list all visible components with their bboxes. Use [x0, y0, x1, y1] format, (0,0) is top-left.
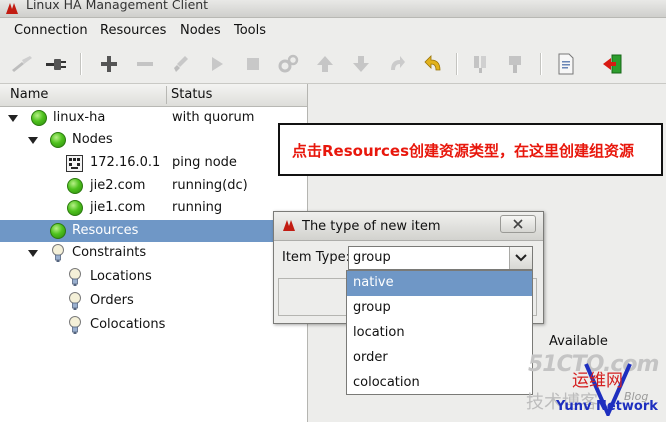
option-label: colocation: [353, 375, 420, 390]
move-up-icon[interactable]: [313, 52, 337, 76]
tree-row-ping-node[interactable]: 172.16.0.1 ping node: [0, 152, 307, 174]
option-location[interactable]: location: [347, 321, 532, 346]
tree-label: Locations: [90, 269, 152, 284]
item-type-label: Item Type:: [282, 250, 350, 265]
green-status-dot-icon: [50, 132, 66, 148]
menu-nodes[interactable]: Nodes: [180, 23, 221, 38]
option-colocation[interactable]: colocation: [347, 371, 532, 396]
connect-plug-icon[interactable]: [44, 52, 68, 76]
lightbulb-icon: [69, 292, 81, 310]
node-online-icon[interactable]: [503, 52, 527, 76]
add-icon[interactable]: [97, 52, 121, 76]
toolbar-separator: [80, 53, 82, 75]
tree-label: jie2.com: [90, 178, 146, 193]
option-label: location: [353, 325, 405, 340]
ping-node-icon: [66, 155, 83, 172]
tree-row-orders[interactable]: Orders: [0, 290, 307, 312]
tree-status: running(dc): [172, 178, 248, 193]
expand-arrow-icon[interactable]: [28, 137, 38, 144]
tree-row-jie1[interactable]: jie1.com running: [0, 197, 307, 219]
tree-header: Name Status: [0, 84, 307, 107]
tree-label: Constraints: [72, 245, 147, 260]
toolbar-separator: [456, 53, 458, 75]
menu-resources[interactable]: Resources: [100, 23, 166, 38]
chevron-down-icon: [515, 254, 527, 262]
disconnect-icon[interactable]: [10, 52, 34, 76]
view-document-icon[interactable]: [554, 52, 578, 76]
tree-row-linux-ha[interactable]: linux-ha with quorum: [0, 107, 307, 129]
tree-row-jie2[interactable]: jie2.com running(dc): [0, 175, 307, 197]
option-order[interactable]: order: [347, 346, 532, 371]
tree-row-locations[interactable]: Locations: [0, 266, 307, 288]
clean-brush-icon[interactable]: [169, 52, 193, 76]
item-type-dropdown-list: native group location order colocation: [346, 270, 533, 395]
tree-label: 172.16.0.1: [90, 155, 161, 170]
expand-arrow-icon[interactable]: [28, 250, 38, 257]
remove-icon[interactable]: [133, 52, 157, 76]
redo-icon[interactable]: [385, 52, 409, 76]
option-label: native: [353, 275, 394, 290]
option-label: order: [353, 350, 388, 365]
option-label: group: [353, 300, 391, 315]
annotation-box: 点击Resources创建资源类型，在这里创建组资源: [278, 123, 663, 176]
tree-status: ping node: [172, 155, 237, 170]
lightbulb-icon: [52, 244, 64, 262]
option-native[interactable]: native: [347, 271, 532, 296]
tree-status: with quorum: [172, 110, 255, 125]
exit-door-icon[interactable]: [600, 52, 624, 76]
menu-tools[interactable]: Tools: [234, 23, 266, 38]
green-status-dot-icon: [67, 200, 83, 216]
tree-label: Colocations: [90, 317, 166, 332]
site-watermark: 51CTO.com 运维网 技术博客 Blog Yunv Network: [526, 350, 666, 422]
annotation-text: 点击Resources创建资源类型，在这里创建组资源: [292, 142, 635, 160]
item-type-selected-value: group: [353, 250, 391, 265]
lightbulb-icon: [69, 316, 81, 334]
expand-arrow-icon[interactable]: [8, 115, 18, 122]
option-group[interactable]: group: [347, 296, 532, 321]
lightbulb-icon: [69, 268, 81, 286]
undo-icon[interactable]: [421, 52, 445, 76]
tree-label: Nodes: [72, 132, 113, 147]
watermark-network-en: Yunv Network: [556, 399, 658, 414]
tree-label: Orders: [90, 293, 134, 308]
linux-ha-logo-icon: [6, 3, 18, 14]
close-icon: [513, 219, 523, 229]
window-title: Linux HA Management Client: [26, 0, 209, 12]
migrate-gears-icon[interactable]: [277, 52, 301, 76]
tree-label: linux-ha: [53, 110, 106, 125]
toolbar: [0, 45, 666, 84]
stop-icon[interactable]: [241, 52, 265, 76]
start-icon[interactable]: [205, 52, 229, 76]
tree-row-nodes[interactable]: Nodes: [0, 129, 307, 151]
node-standby-icon[interactable]: [468, 52, 492, 76]
tree-label: jie1.com: [90, 200, 146, 215]
dialog-title-bar[interactable]: The type of new item: [274, 212, 543, 241]
dropdown-button[interactable]: [509, 247, 532, 269]
tree-row-resources[interactable]: Resources: [0, 220, 307, 242]
menu-connection[interactable]: Connection: [14, 23, 88, 38]
menu-bar: Connection Resources Nodes Tools: [0, 18, 666, 45]
toolbar-separator: [540, 53, 542, 75]
tree-status: running: [172, 200, 223, 215]
tree-label: Resources: [72, 223, 139, 238]
move-down-icon[interactable]: [349, 52, 373, 76]
green-status-dot-icon: [67, 178, 83, 194]
cluster-tree-panel: Name Status linux-ha with quorum Nodes 1…: [0, 84, 308, 422]
green-status-dot-icon: [31, 110, 47, 126]
green-status-dot-icon: [50, 223, 66, 239]
tree-row-constraints[interactable]: Constraints: [0, 242, 307, 264]
linux-ha-logo-icon: [283, 220, 295, 231]
column-header-status[interactable]: Status: [171, 87, 212, 102]
tree-row-colocations[interactable]: Colocations: [0, 314, 307, 336]
column-header-name[interactable]: Name: [10, 87, 48, 102]
window-title-bar: Linux HA Management Client: [0, 0, 666, 18]
dialog-title: The type of new item: [302, 219, 441, 234]
column-separator[interactable]: [166, 86, 167, 104]
available-label: Available: [549, 334, 608, 349]
dialog-close-button[interactable]: [500, 215, 536, 233]
item-type-select[interactable]: group: [348, 246, 533, 270]
